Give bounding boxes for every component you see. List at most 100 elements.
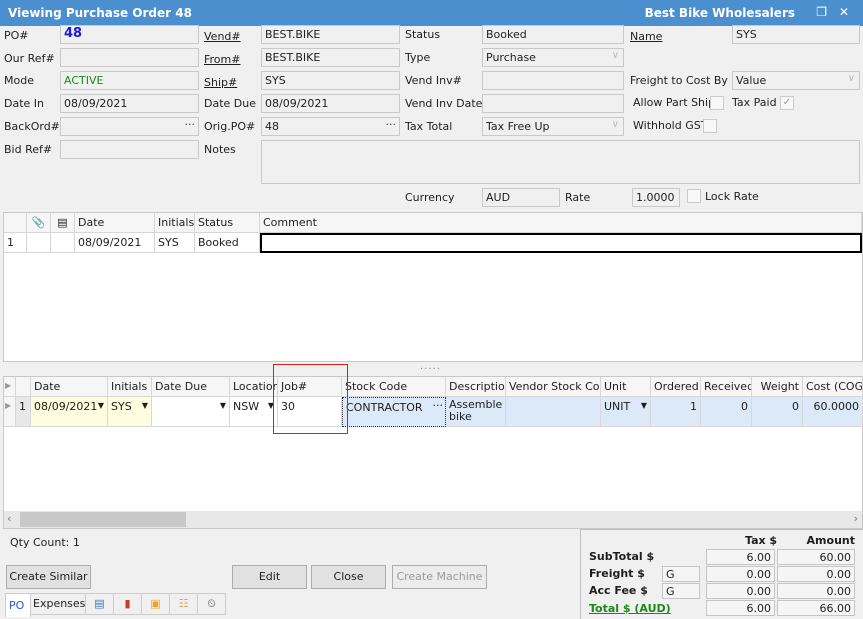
create-similar-button[interactable]: Create Similar	[6, 565, 91, 589]
ship-label[interactable]: Ship#	[204, 76, 237, 89]
rate-label: Rate	[565, 191, 591, 204]
allow-part-ship-checkbox[interactable]	[710, 96, 724, 110]
bid-ref-field[interactable]	[60, 140, 199, 159]
tax-total-select[interactable]: Tax Free Up ∨	[482, 117, 624, 136]
backord-field[interactable]: ···	[60, 117, 199, 136]
row-header-column	[4, 213, 27, 233]
cost-cell[interactable]: 60.0000	[803, 397, 863, 427]
unit-cell[interactable]: UNIT ▼	[601, 397, 651, 427]
lookup-button[interactable]: ···	[185, 118, 196, 131]
close-button[interactable]: Close	[311, 565, 386, 589]
horizontal-scrollbar[interactable]: ‹ ›	[4, 511, 862, 528]
freight-tax-code[interactable]: G	[662, 566, 700, 582]
rate-field[interactable]: 1.0000	[632, 188, 680, 207]
lookup-button[interactable]: ···	[386, 118, 397, 131]
note-cell[interactable]	[51, 233, 75, 253]
date-due-cell[interactable]: ▼	[152, 397, 230, 427]
stock-code-cell[interactable]: CONTRACTOR ···	[342, 397, 446, 427]
restore-icon[interactable]: ❐	[816, 5, 827, 19]
close-icon[interactable]: ✕	[839, 5, 849, 19]
ordered-cell[interactable]: 1	[651, 397, 701, 427]
po-number-field[interactable]: 48	[60, 25, 199, 44]
column-header-comment[interactable]: Comment	[260, 213, 862, 233]
name-field[interactable]: SYS	[732, 25, 860, 44]
vend-inv-field[interactable]	[482, 71, 624, 90]
column-header-location[interactable]: Location	[230, 377, 278, 397]
date-cell[interactable]: 08/09/2021	[75, 233, 155, 253]
initials-cell[interactable]: SYS ▼	[108, 397, 152, 427]
tab-expenses[interactable]: Expenses	[31, 593, 86, 615]
attachment-column-header[interactable]: 📎	[27, 213, 51, 233]
freight-amount[interactable]: 0.00	[777, 566, 855, 582]
freight-to-cost-by-select[interactable]: Value ∨	[732, 71, 860, 90]
comment-cell[interactable]	[260, 233, 862, 253]
column-header-date[interactable]: Date	[75, 213, 155, 233]
column-header-vendor-stock-code[interactable]: Vendor Stock Code	[506, 377, 601, 397]
vend-label[interactable]: Vend#	[204, 30, 241, 43]
scrollbar-thumb[interactable]	[20, 512, 186, 527]
splitter-handle[interactable]: .....	[420, 361, 441, 372]
tax-paid-checkbox[interactable]: ✓	[780, 96, 794, 110]
weight-cell[interactable]: 0	[752, 397, 803, 427]
column-header-status[interactable]: Status	[195, 213, 260, 233]
dropdown-arrow-icon[interactable]: ▼	[220, 401, 226, 410]
tab-copies-icon[interactable]: ▣	[142, 593, 170, 615]
column-header-cost[interactable]: Cost (COG)	[803, 377, 863, 397]
date-in-field[interactable]: 08/09/2021	[60, 94, 199, 113]
withhold-gst-checkbox[interactable]	[703, 119, 717, 133]
scroll-left-icon[interactable]: ‹	[7, 512, 11, 525]
lock-rate-checkbox[interactable]	[687, 189, 701, 203]
our-ref-field[interactable]	[60, 48, 199, 67]
note-column-header[interactable]: ▤	[51, 213, 75, 233]
tab-schedule-icon[interactable]: ⏲	[198, 593, 226, 615]
tab-clipboard-icon[interactable]: ☷	[170, 593, 198, 615]
column-header-received[interactable]: Received	[701, 377, 752, 397]
edit-button[interactable]: Edit	[232, 565, 307, 589]
freight-to-cost-by-value: Value	[736, 74, 767, 87]
from-field[interactable]: BEST.BIKE	[261, 48, 400, 67]
vend-field[interactable]: BEST.BIKE	[261, 25, 400, 44]
column-header-description[interactable]: Description	[446, 377, 506, 397]
location-cell[interactable]: NSW ▼	[230, 397, 278, 427]
column-header-initials[interactable]: Initials	[155, 213, 195, 233]
column-header-initials[interactable]: Initials	[108, 377, 152, 397]
lookup-button[interactable]: ···	[433, 399, 444, 412]
dropdown-arrow-icon[interactable]: ▼	[98, 401, 104, 410]
type-select[interactable]: Purchase ∨	[482, 48, 624, 67]
column-header-date[interactable]: Date	[31, 377, 108, 397]
tab-book-icon[interactable]: ▮	[114, 593, 142, 615]
tab-form-icon[interactable]: ▤	[86, 593, 114, 615]
acc-fee-tax-code[interactable]: G	[662, 583, 700, 599]
dropdown-arrow-icon[interactable]: ▼	[641, 401, 647, 410]
column-header-date-due[interactable]: Date Due	[152, 377, 230, 397]
orig-po-field[interactable]: 48 ···	[261, 117, 400, 136]
acc-fee-tax[interactable]: 0.00	[706, 583, 775, 599]
currency-field[interactable]: AUD	[482, 188, 560, 207]
date-cell[interactable]: 08/09/2021 ▼	[31, 397, 108, 427]
vend-inv-date-field[interactable]	[482, 94, 624, 113]
tab-po[interactable]: PO	[5, 593, 31, 617]
qty-count: Qty Count: 1	[10, 536, 80, 549]
description-cell[interactable]: Assemble bike	[446, 397, 506, 427]
notes-field[interactable]	[261, 140, 860, 184]
freight-tax[interactable]: 0.00	[706, 566, 775, 582]
column-header-stock-code[interactable]: Stock Code	[342, 377, 446, 397]
date-due-label: Date Due	[204, 97, 256, 110]
received-cell[interactable]: 0	[701, 397, 752, 427]
dropdown-arrow-icon[interactable]: ▼	[142, 401, 148, 410]
column-header-weight[interactable]: Weight	[752, 377, 803, 397]
allow-part-ship-label: Allow Part Ship	[633, 96, 716, 109]
total-label[interactable]: Total $ (AUD)	[589, 602, 671, 615]
from-label[interactable]: From#	[204, 53, 240, 66]
ship-field[interactable]: SYS	[261, 71, 400, 90]
column-header-ordered[interactable]: Ordered	[651, 377, 701, 397]
status-cell[interactable]: Booked	[195, 233, 260, 253]
column-header-unit[interactable]: Unit	[601, 377, 651, 397]
attachment-cell[interactable]	[27, 233, 51, 253]
scroll-right-icon[interactable]: ›	[854, 512, 858, 525]
date-due-field[interactable]: 08/09/2021	[261, 94, 400, 113]
acc-fee-amount[interactable]: 0.00	[777, 583, 855, 599]
vendor-stock-code-cell[interactable]	[506, 397, 601, 427]
name-label[interactable]: Name	[630, 30, 662, 43]
initials-cell[interactable]: SYS	[155, 233, 195, 253]
